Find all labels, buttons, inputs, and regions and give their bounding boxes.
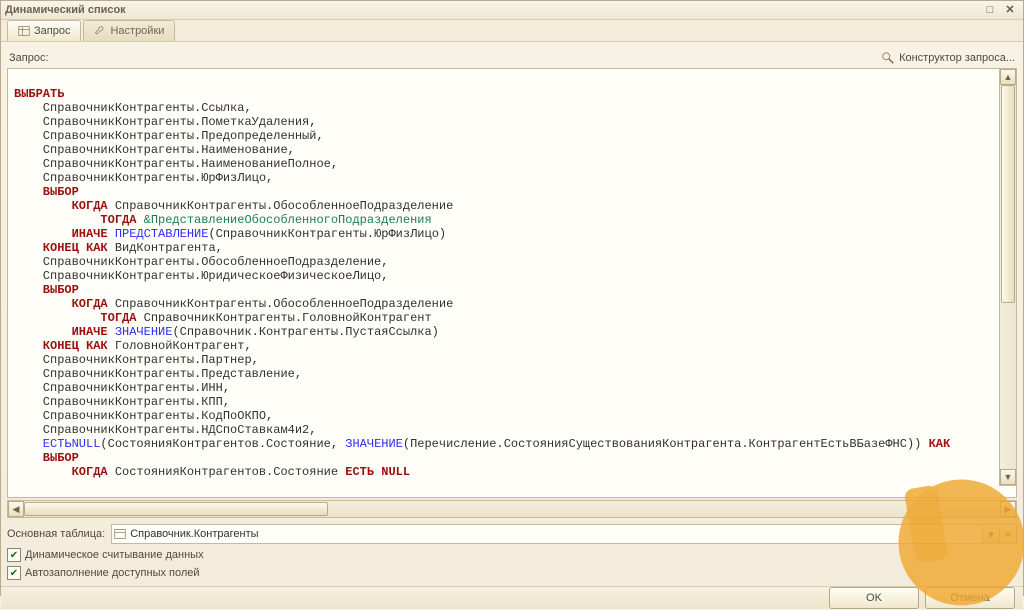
autofill-label: Автозаполнение доступных полей [25,567,200,579]
dynamic-read-checkbox[interactable]: ✔ Динамическое считывание данных [7,548,1017,562]
table-icon [18,25,30,37]
checkmark-icon: ✔ [7,566,21,580]
main-table-combo[interactable]: Справочник.Контрагенты ▾ ✕ [111,524,1017,544]
titlebar: Динамический список □ ✕ [1,1,1023,20]
window-title: Динамический список [5,1,126,19]
autofill-checkbox[interactable]: ✔ Автозаполнение доступных полей [7,566,1017,580]
tab-settings-label: Настройки [110,25,164,37]
content-header: Запрос: Конструктор запроса... [7,46,1017,68]
wrench-icon [94,25,106,37]
content: Запрос: Конструктор запроса... ВЫБРАТЬ С… [1,42,1023,586]
tab-query[interactable]: Запрос [7,20,81,41]
scroll-thumb[interactable] [1001,85,1015,303]
tab-settings[interactable]: Настройки [83,20,175,41]
checkmark-icon: ✔ [7,548,21,562]
ok-button[interactable]: OK [829,587,919,609]
tabs: Запрос Настройки [1,20,1023,42]
tab-query-label: Запрос [34,25,70,37]
main-table-value: Справочник.Контрагенты [128,528,982,540]
query-label: Запрос: [9,52,49,64]
scroll-up-icon[interactable]: ▲ [1000,69,1016,85]
magnifier-icon [881,51,895,65]
code-vertical-scrollbar[interactable]: ▲ ▼ [999,68,1017,486]
bottom-bar: OK Отмена [1,586,1023,609]
constructor-link-label: Конструктор запроса... [899,52,1015,64]
scroll-right-icon[interactable]: ▶ [1000,501,1016,517]
table-icon [112,528,128,540]
code-horizontal-scrollbar[interactable]: ◀ ▶ [7,500,1017,518]
dynamic-list-window: Динамический список □ ✕ Запрос Настройки… [0,0,1024,596]
window-close-icon[interactable]: ✕ [1001,2,1019,18]
combo-dropdown-icon[interactable]: ▾ [982,525,999,543]
combo-clear-icon[interactable]: ✕ [999,525,1016,543]
window-maximize-icon[interactable]: □ [981,2,999,18]
cancel-button[interactable]: Отмена [925,587,1015,609]
dynamic-read-label: Динамическое считывание данных [25,549,204,561]
form-rows: Основная таблица: Справочник.Контрагенты… [7,524,1017,580]
query-textarea[interactable]: ВЫБРАТЬ СправочникКонтрагенты.Ссылка, Сп… [7,68,1017,498]
main-table-label: Основная таблица: [7,528,105,540]
open-constructor-button[interactable]: Конструктор запроса... [881,51,1015,65]
scroll-down-icon[interactable]: ▼ [1000,469,1016,485]
scroll-left-icon[interactable]: ◀ [8,501,24,517]
scroll-thumb-h[interactable] [24,502,328,516]
main-table-row: Основная таблица: Справочник.Контрагенты… [7,524,1017,544]
